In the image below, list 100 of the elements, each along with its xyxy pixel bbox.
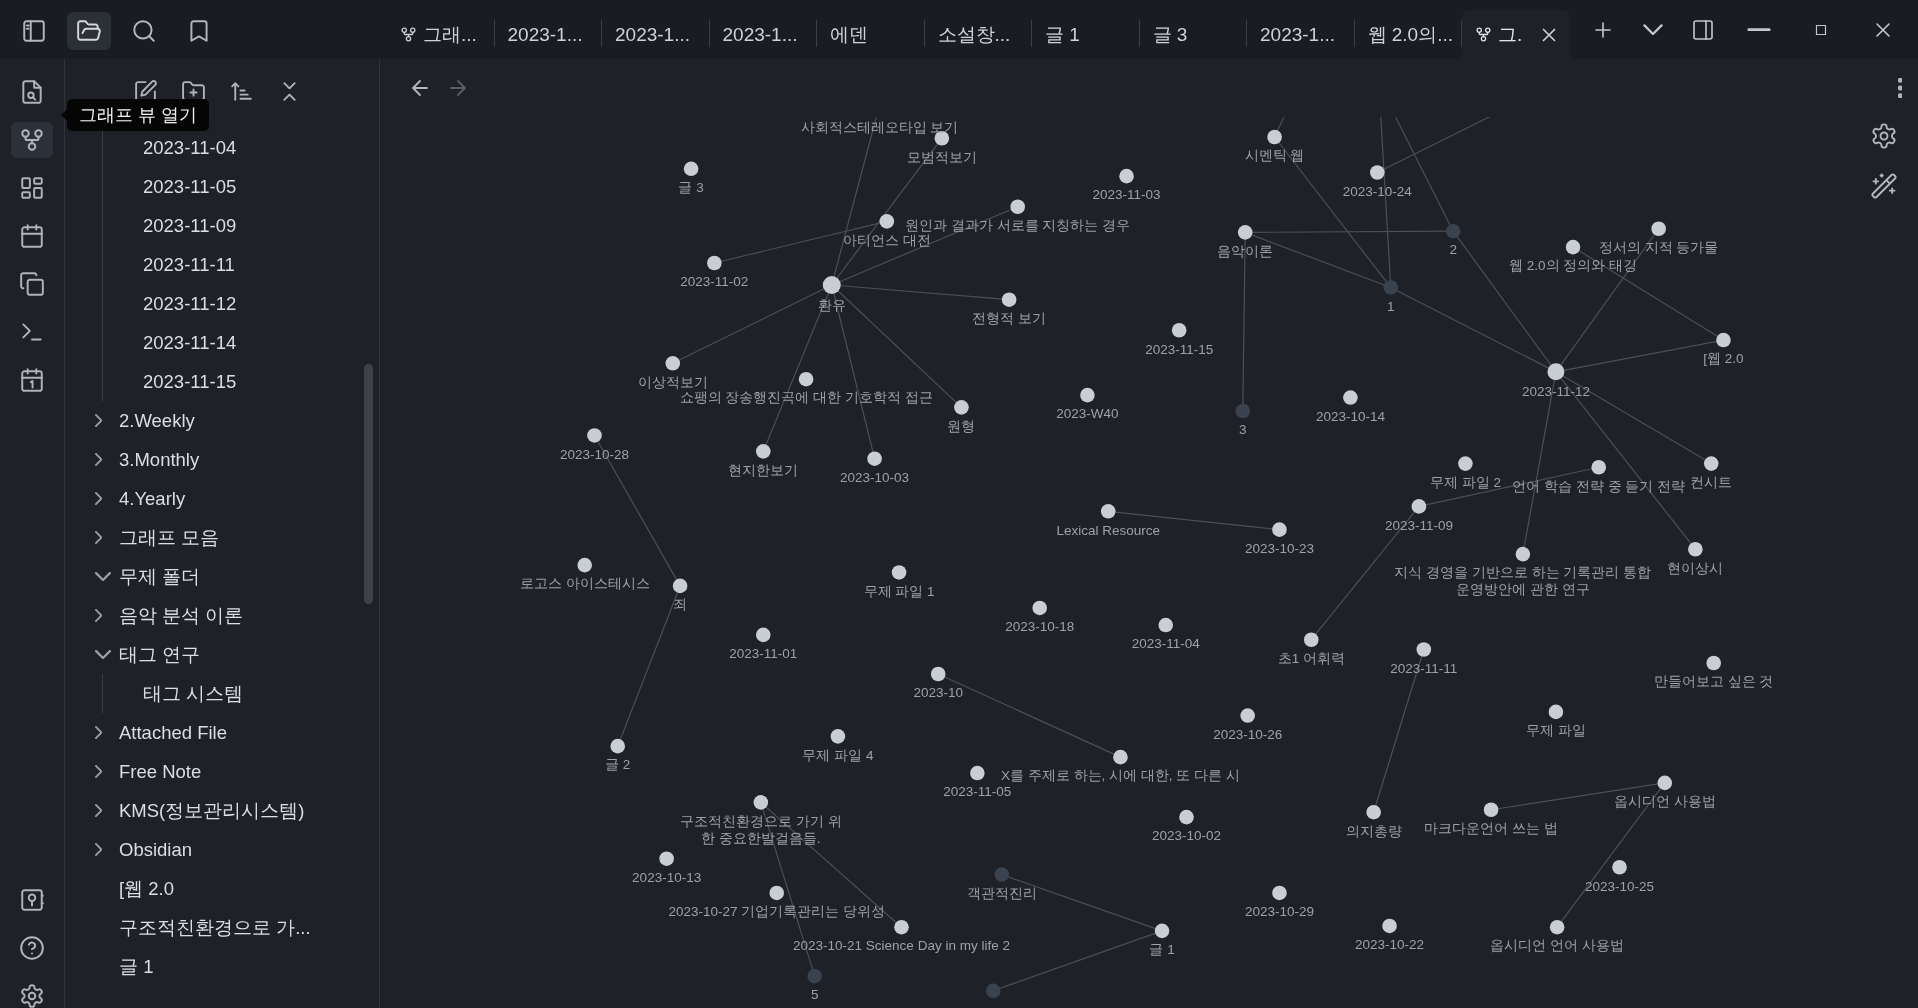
graph-node[interactable] (1343, 390, 1358, 405)
tab[interactable]: 2023-1... (1247, 10, 1355, 59)
more-options-button[interactable] (1897, 78, 1902, 98)
tab[interactable]: 2023-1... (709, 10, 817, 59)
graph-node[interactable] (1591, 459, 1606, 475)
graph-node[interactable] (807, 968, 822, 984)
tab[interactable]: 웹 2.0의... (1354, 10, 1462, 59)
graph-node[interactable] (1154, 923, 1170, 939)
graph-node[interactable] (1651, 221, 1666, 237)
graph-node[interactable] (1237, 225, 1253, 240)
tab[interactable]: 소설창... (924, 10, 1032, 59)
tab[interactable]: 그래... (387, 10, 495, 59)
graph-node[interactable] (894, 919, 909, 935)
folder-item[interactable]: Obsidian (65, 830, 379, 869)
file-item[interactable]: 2023-11-14 (103, 323, 379, 362)
graph-node[interactable] (994, 867, 1010, 882)
graph-node[interactable] (798, 371, 814, 387)
graph-node[interactable] (1515, 546, 1531, 562)
file-item[interactable]: 글 1 (65, 947, 379, 986)
tab[interactable]: 2023-1... (602, 10, 710, 59)
graph-node[interactable] (1411, 499, 1427, 514)
graph-node[interactable] (1158, 617, 1173, 633)
file-item[interactable]: 2023-11-04 (103, 128, 379, 167)
graph-node[interactable] (1235, 403, 1251, 419)
scrollbar[interactable] (364, 364, 373, 604)
graph-node[interactable] (1272, 522, 1287, 537)
graph-node[interactable] (659, 851, 674, 866)
graph-node[interactable] (954, 400, 969, 415)
graph-node[interactable] (1383, 280, 1399, 295)
tab[interactable]: 글 1 (1032, 10, 1140, 59)
folder-item[interactable]: KMS(정보관리시스템) (65, 791, 379, 830)
file-item[interactable]: [웹 2.0 (65, 869, 379, 908)
graph-node[interactable] (610, 738, 625, 754)
animate-button[interactable] (1870, 172, 1898, 200)
tab[interactable]: 글 3 (1139, 10, 1247, 59)
graph-node[interactable] (1001, 292, 1017, 307)
tab[interactable]: 2023-1... (494, 10, 602, 59)
graph-node[interactable] (1366, 804, 1381, 820)
graph-node[interactable] (1565, 239, 1581, 255)
graph-node[interactable] (1688, 541, 1703, 557)
graph-node[interactable] (1549, 919, 1565, 935)
graph-node[interactable] (822, 276, 841, 294)
graph-node[interactable] (867, 451, 882, 466)
folder-item[interactable]: Free Note (65, 752, 379, 791)
graph-node[interactable] (1612, 859, 1627, 875)
graph-settings-button[interactable] (1870, 122, 1898, 150)
graph-node[interactable] (1548, 704, 1564, 720)
folder-item[interactable]: Attached File (65, 713, 379, 752)
graph-node[interactable] (930, 666, 946, 682)
graph-node[interactable] (756, 627, 771, 643)
graph-node[interactable] (1657, 775, 1673, 791)
graph-node[interactable] (1547, 363, 1565, 381)
graph-view-button[interactable] (11, 122, 53, 158)
folder-item[interactable]: 무제 폴더 (65, 557, 379, 596)
graph-node[interactable] (769, 885, 785, 901)
file-item[interactable]: 2023-11-09 (103, 206, 379, 245)
file-item[interactable]: 2023-11-15 (103, 362, 379, 401)
file-item[interactable]: 2023-11-11 (103, 245, 379, 284)
graph-node[interactable] (665, 356, 681, 371)
graph-node[interactable] (753, 795, 769, 810)
graph-node[interactable] (1032, 600, 1047, 616)
file-item[interactable]: 태그 시스템 (103, 674, 379, 713)
graph-node[interactable] (1483, 802, 1499, 818)
folder-item[interactable]: 2.Weekly (65, 401, 379, 440)
graph-node[interactable] (830, 729, 846, 744)
graph-node[interactable] (707, 255, 722, 271)
graph-node[interactable] (1716, 332, 1731, 348)
graph-node[interactable] (1240, 708, 1255, 723)
graph-node[interactable] (1445, 223, 1461, 239)
graph-node[interactable] (1119, 168, 1134, 184)
file-item[interactable]: 2023-11-05 (103, 167, 379, 206)
graph-node[interactable] (756, 444, 771, 459)
graph-node[interactable] (672, 578, 688, 594)
graph-node[interactable] (1100, 504, 1116, 519)
graph-node[interactable] (577, 557, 592, 573)
graph-node[interactable] (891, 565, 907, 580)
folder-item[interactable]: 3.Monthly (65, 440, 379, 479)
graph-node[interactable] (1458, 456, 1473, 471)
graph-node[interactable] (1171, 322, 1187, 338)
folder-item[interactable]: 4.Yearly (65, 479, 379, 518)
graph-node[interactable] (1382, 918, 1397, 934)
graph-node[interactable] (1416, 642, 1432, 657)
file-item[interactable]: 2023-11-12 (103, 284, 379, 323)
graph-node[interactable] (1010, 199, 1025, 214)
graph-node[interactable] (1370, 165, 1385, 180)
graph-node[interactable] (1272, 885, 1287, 901)
graph-node[interactable] (1706, 655, 1721, 671)
graph-node[interactable] (1303, 632, 1319, 648)
tab[interactable]: 그. (1462, 10, 1570, 59)
graph-node[interactable] (1267, 129, 1282, 145)
tab[interactable]: 에덴 (817, 10, 925, 59)
graph-node[interactable] (970, 765, 985, 781)
file-item[interactable]: 구조적친환경으로 가... (65, 908, 379, 947)
folder-item[interactable]: 음악 분석 이론 (65, 596, 379, 635)
graph-node[interactable] (683, 161, 699, 177)
folder-item[interactable]: 그래프 모음 (65, 518, 379, 557)
graph-node[interactable] (587, 428, 602, 443)
graph-node[interactable] (1080, 387, 1095, 403)
folder-item[interactable]: 태그 연구 (65, 635, 379, 674)
graph-node[interactable] (985, 983, 1001, 999)
